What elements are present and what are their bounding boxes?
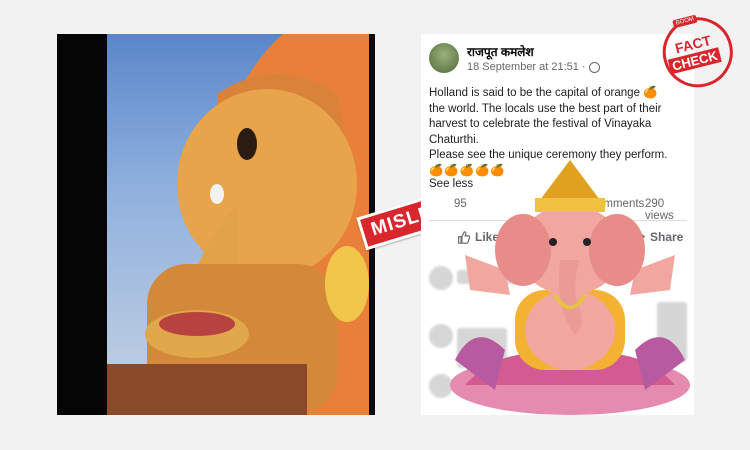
avatar[interactable] xyxy=(429,43,459,73)
globe-icon xyxy=(588,61,600,73)
statue-illustration xyxy=(107,34,375,415)
post-line1: Holland is said to be the capital of ora… xyxy=(429,87,640,99)
statue-photo xyxy=(57,34,375,415)
meta-separator: · xyxy=(581,61,586,73)
post-meta: 18 September at 21:51 · xyxy=(467,61,600,73)
post-date[interactable]: 18 September at 21:51 xyxy=(467,61,579,73)
ganesha-illustration xyxy=(450,160,690,415)
post-author[interactable]: राजपूत कमलेश xyxy=(467,43,534,60)
post-line1b: the world. The locals use the best part … xyxy=(429,102,662,146)
orange-emoji: 🍊 xyxy=(643,87,659,99)
